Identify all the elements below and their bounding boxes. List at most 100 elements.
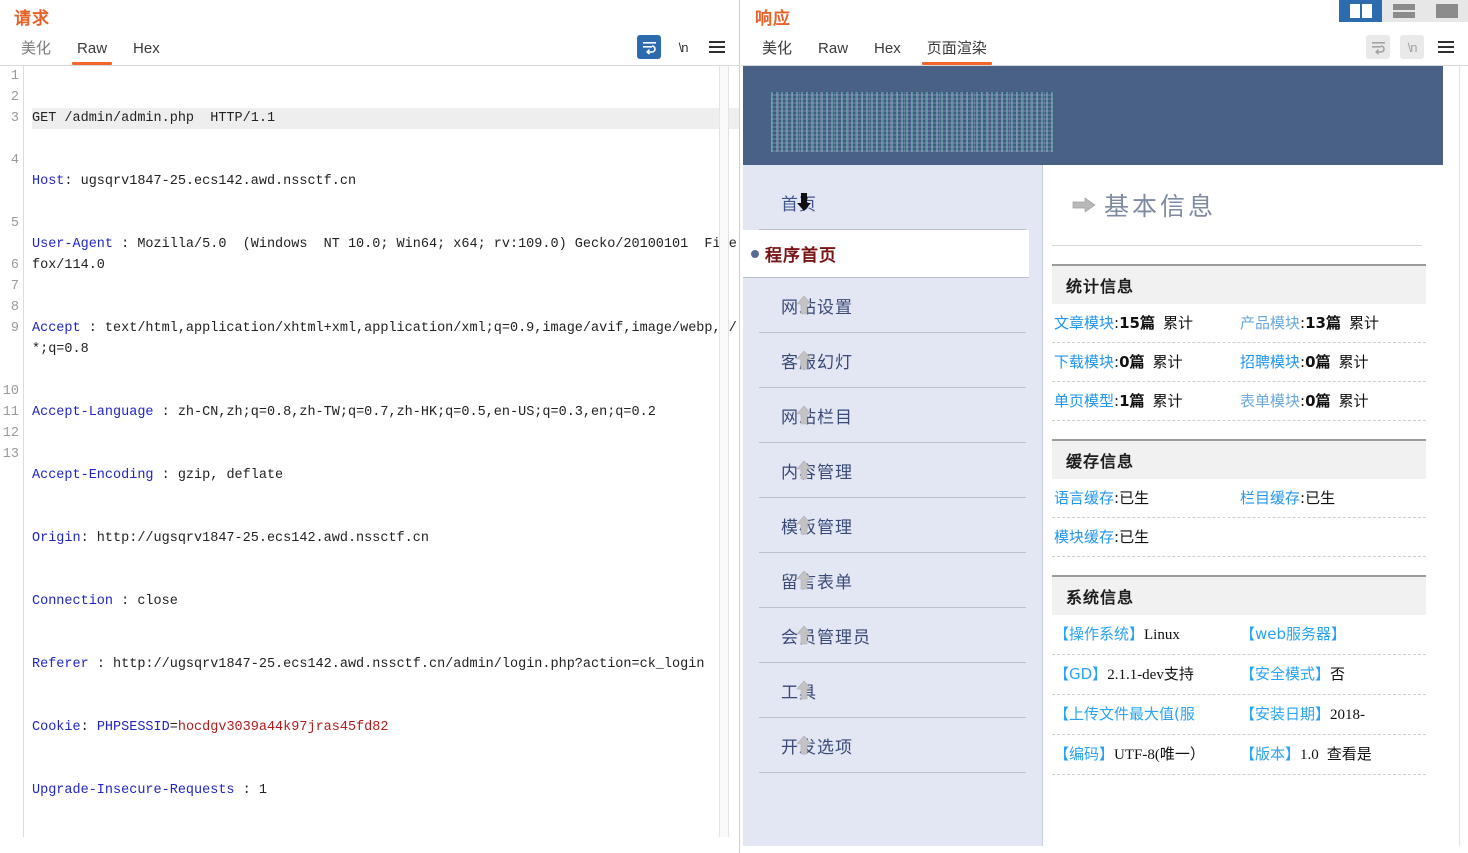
menu-item-template-management[interactable]: 模板管理 bbox=[759, 498, 1026, 553]
sys-value: 1.0 bbox=[1300, 747, 1319, 763]
tab-response-hex[interactable]: Hex bbox=[861, 40, 914, 65]
sys-cell: 【GD】 2.1.1-dev支持 bbox=[1054, 662, 1240, 687]
scrollbar-thumb[interactable] bbox=[1461, 66, 1468, 536]
menu-item-message-forms[interactable]: 留言表单 bbox=[759, 553, 1026, 608]
stat-suffix: 累计 bbox=[1152, 392, 1183, 410]
request-line: Connection : close bbox=[32, 591, 739, 612]
arrow-up-icon bbox=[795, 680, 813, 700]
stat-key[interactable]: 产品模块 bbox=[1240, 311, 1300, 335]
request-lines: GET /admin/admin.php HTTP/1.1 Host: ugsq… bbox=[24, 66, 739, 837]
site-content: 基本信息 统计信息 文章模块:15篇 累计 产品模块:13篇 累计 下载模块:… bbox=[1044, 165, 1456, 846]
stat-key[interactable]: 表单模块 bbox=[1240, 389, 1300, 413]
header-value: : close bbox=[113, 594, 178, 609]
line-number: 7 bbox=[10, 279, 19, 294]
sys-value: 2018- bbox=[1330, 707, 1366, 723]
line-number: 11 bbox=[2, 405, 19, 420]
stat-key[interactable]: 文章模块 bbox=[1054, 311, 1114, 335]
header-colon: : bbox=[80, 720, 97, 735]
tab-response-render[interactable]: 页面渲染 bbox=[914, 40, 1000, 65]
cache-key[interactable]: 语言缓存 bbox=[1054, 486, 1114, 510]
cache-cell: 模块缓存: 已生 bbox=[1054, 525, 1240, 549]
menu-icon[interactable] bbox=[1434, 35, 1458, 59]
site-sidebar: 首页 程序首页 网站设置 bbox=[743, 165, 1043, 846]
stat-key[interactable]: 下载模块 bbox=[1054, 350, 1114, 374]
sys-key[interactable]: 【版本】 bbox=[1240, 742, 1300, 766]
tab-request-hex[interactable]: Hex bbox=[120, 40, 173, 65]
sys-key[interactable]: 【操作系统】 bbox=[1054, 622, 1144, 646]
sys-cell: 【版本】 1.0 查看是 bbox=[1240, 742, 1426, 767]
menu-item-site-settings[interactable]: 网站设置 bbox=[759, 278, 1026, 333]
sys-key[interactable]: 【上传文件最大值(服 bbox=[1054, 702, 1195, 726]
word-wrap-icon[interactable] bbox=[637, 35, 661, 59]
header-key: Host bbox=[32, 174, 65, 189]
section-row: 【上传文件最大值(服 【安装日期】 2018- bbox=[1052, 695, 1426, 735]
stat-value: 1篇 bbox=[1119, 392, 1145, 410]
single-pane-icon[interactable] bbox=[1425, 0, 1468, 22]
split-vertical-icon[interactable] bbox=[1339, 0, 1382, 22]
header-key: Upgrade-Insecure-Requests bbox=[32, 783, 235, 798]
sys-key[interactable]: 【安装日期】 bbox=[1240, 702, 1330, 726]
header-key: Origin bbox=[32, 531, 81, 546]
request-line: Host: ugsqrv1847-25.ecs142.awd.nssctf.cn bbox=[32, 171, 739, 192]
menu-item-member-admin[interactable]: 会员管理员 bbox=[759, 608, 1026, 663]
sys-value: 2.1.1-dev支持 bbox=[1107, 667, 1194, 683]
newline-icon[interactable]: \n bbox=[1400, 35, 1424, 59]
response-scrollbar[interactable] bbox=[1459, 66, 1468, 846]
header-key: Accept-Encoding bbox=[32, 468, 154, 483]
sys-key[interactable]: 【web服务器】 bbox=[1240, 622, 1346, 646]
sys-key[interactable]: 【编码】 bbox=[1054, 742, 1114, 766]
rendered-page: 首页 程序首页 网站设置 bbox=[741, 66, 1468, 846]
line-number: 2 bbox=[10, 90, 19, 105]
request-scrollbar[interactable] bbox=[719, 66, 729, 837]
bullet-dot-icon bbox=[751, 249, 759, 258]
menu-item-site-columns[interactable]: 网站栏目 bbox=[759, 388, 1026, 443]
cookie-name: PHPSESSID bbox=[96, 720, 170, 735]
line-number bbox=[0, 192, 19, 213]
request-body[interactable]: 1 2 3 4 5 6 7 8 9 10 11 12 13 GET /admin… bbox=[0, 66, 739, 837]
tab-request-beautify[interactable]: 美化 bbox=[8, 40, 64, 65]
request-tabbar: 美化 Raw Hex \n bbox=[0, 32, 739, 66]
line-number: 13 bbox=[2, 447, 19, 462]
header-value: : Mozilla/5.0 (Windows NT 10.0; Win64; x… bbox=[32, 237, 737, 273]
response-tabbar: 美化 Raw Hex 页面渲染 \n bbox=[741, 32, 1468, 66]
menu-item-content-management[interactable]: 内容管理 bbox=[759, 443, 1026, 498]
split-horizontal-icon[interactable] bbox=[1382, 0, 1425, 22]
word-wrap-icon[interactable] bbox=[1366, 35, 1390, 59]
stat-cell: 表单模块:0篇 累计 bbox=[1240, 389, 1426, 413]
stat-suffix: 累计 bbox=[1338, 353, 1369, 371]
response-panel: 响应 美化 Raw Hex 页面渲染 \n 程序首页 网站设置 客服幻灯 网站栏… bbox=[741, 0, 1468, 853]
newline-icon[interactable]: \n bbox=[671, 35, 695, 59]
menu-item-home[interactable]: 首页 bbox=[759, 175, 1026, 230]
section-statistics: 统计信息 文章模块:15篇累计 产品模块:13篇累计 下载模块:0篇累计 bbox=[1052, 264, 1426, 421]
header-value: : http://ugsqrv1847-25.ecs142.awd.nssctf… bbox=[88, 657, 705, 672]
stat-key[interactable]: 单页模型 bbox=[1054, 389, 1114, 413]
menu-item-service-slides[interactable]: 客服幻灯 bbox=[759, 333, 1026, 388]
cache-value: 已生 bbox=[1119, 528, 1150, 546]
page-title: 基本信息 bbox=[1104, 192, 1217, 221]
header-key: User-Agent bbox=[32, 237, 114, 252]
sys-key[interactable]: 【安全模式】 bbox=[1240, 662, 1330, 686]
line-number: 3 bbox=[10, 111, 19, 126]
stat-key[interactable]: 招聘模块 bbox=[1240, 350, 1300, 374]
page-title-block: 基本信息 bbox=[1044, 165, 1456, 223]
cookie-equals: = bbox=[169, 720, 178, 735]
stat-cell: 单页模型:1篇 累计 bbox=[1054, 389, 1240, 413]
cache-key[interactable]: 模块缓存 bbox=[1054, 525, 1114, 549]
sys-suffix: 查看是 bbox=[1326, 745, 1372, 763]
sys-cell: 【安全模式】否 bbox=[1240, 662, 1426, 687]
tab-request-raw[interactable]: Raw bbox=[64, 40, 120, 65]
tab-response-beautify[interactable]: 美化 bbox=[749, 40, 805, 65]
cache-key[interactable]: 栏目缓存 bbox=[1240, 486, 1300, 510]
request-line: Accept-Language : zh-CN,zh;q=0.8,zh-TW;q… bbox=[32, 402, 739, 423]
menu-item-label: 网站设置 bbox=[781, 297, 853, 318]
arrow-up-icon bbox=[795, 625, 813, 645]
menu-item-dev-options[interactable]: 开发选项 bbox=[759, 718, 1026, 773]
menu-item-tools[interactable]: 工具 bbox=[759, 663, 1026, 718]
sys-key[interactable]: 【GD】 bbox=[1054, 662, 1107, 686]
menu-icon[interactable] bbox=[705, 35, 729, 59]
section-row: 模块缓存: 已生 bbox=[1052, 518, 1426, 557]
tab-response-raw[interactable]: Raw bbox=[805, 40, 861, 65]
stat-suffix: 累计 bbox=[1152, 353, 1183, 371]
menu-item-active[interactable]: 程序首页 bbox=[743, 230, 1029, 278]
menu-item-label: 网站栏目 bbox=[781, 407, 853, 428]
